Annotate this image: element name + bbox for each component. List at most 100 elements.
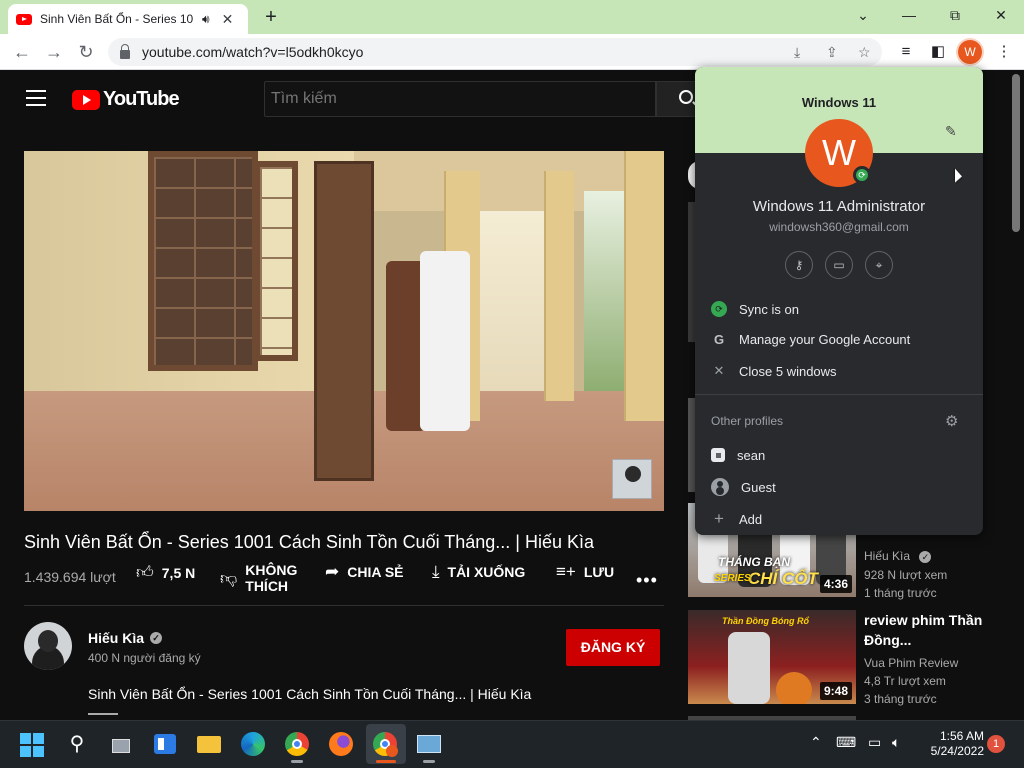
other-profiles-heading: Other profiles: [711, 414, 784, 428]
subscribe-button[interactable]: ĐĂNG KÝ: [566, 629, 660, 666]
youtube-logo[interactable]: YouTube: [72, 88, 180, 111]
profile-item-guest[interactable]: Guest: [695, 473, 983, 501]
install-app-icon[interactable]: ⤓: [794, 44, 800, 61]
channel-watermark[interactable]: [612, 459, 652, 499]
forward-arrow-icon[interactable]: →: [42, 40, 66, 64]
recommendation-age: 1 tháng trước: [864, 586, 937, 600]
restore-button[interactable]: ⧉: [940, 4, 970, 26]
more-actions-button[interactable]: •••: [636, 570, 658, 591]
manage-profiles-gear-icon[interactable]: ⚙: [945, 412, 958, 430]
description-divider: [88, 713, 118, 715]
media-control-icon[interactable]: ≡: [896, 42, 916, 62]
sync-status-item[interactable]: ⟳ Sync is on: [695, 295, 983, 323]
keyboard-icon[interactable]: ⌨: [836, 734, 856, 751]
video-player[interactable]: [24, 151, 664, 511]
sync-icon: ⟳: [711, 301, 727, 317]
recommendation-channel-name[interactable]: Hiếu Kìa: [864, 549, 910, 563]
chrome-menu-icon[interactable]: ⋮: [994, 42, 1014, 62]
thumbnail-caption: CHÍ CỐT: [748, 569, 818, 588]
youtube-play-icon: [72, 89, 100, 110]
profile-menu: Windows 11 ✎ W ⟳ Windows 11 Administrato…: [695, 67, 983, 535]
channel-name-row[interactable]: Hiếu Kìa ✓: [88, 630, 163, 646]
card-icon[interactable]: ▭: [825, 251, 853, 279]
video-description[interactable]: Sinh Viên Bất Ổn - Series 1001 Cách Sinh…: [88, 686, 531, 702]
share-icon[interactable]: ⇪: [826, 44, 838, 61]
running-indicator: [376, 760, 396, 763]
running-indicator: [291, 760, 303, 763]
profile-item-label: sean: [737, 447, 766, 463]
add-profile-item[interactable]: + Add: [695, 505, 983, 533]
video-duration: 9:48: [819, 682, 852, 700]
download-button[interactable]: ⤓ TẢI XUỐNG: [432, 562, 525, 582]
recommendation-thumbnail[interactable]: Thần Đồng Bóng Rổ 9:48: [688, 610, 856, 704]
share-button[interactable]: ➦ CHIA SẺ: [325, 562, 404, 582]
search-input[interactable]: [264, 81, 656, 117]
volume-icon[interactable]: 🔈︎: [892, 734, 900, 751]
minimize-button[interactable]: —: [894, 4, 924, 26]
chrome-profile-icon[interactable]: [372, 731, 398, 757]
firefox-browser-icon[interactable]: [328, 731, 354, 757]
widgets-icon[interactable]: [152, 731, 178, 757]
recommendation-views: 4,8 Tr lượt xem: [864, 674, 946, 688]
task-view-icon[interactable]: [108, 731, 134, 757]
manage-account-item[interactable]: G Manage your Google Account: [695, 325, 983, 353]
profile-item-sean[interactable]: sean: [695, 441, 983, 469]
lock-icon[interactable]: [120, 43, 130, 59]
recommendation-channel[interactable]: Vua Phim Review: [864, 654, 958, 672]
chrome-browser-icon[interactable]: [284, 731, 310, 757]
google-icon: G: [713, 331, 725, 347]
thumbnail-caption: Thần Đồng Bóng Rổ: [722, 616, 809, 626]
location-icon[interactable]: ⌖: [865, 251, 893, 279]
menu-hamburger-icon[interactable]: [26, 90, 46, 106]
new-tab-button[interactable]: +: [260, 6, 282, 29]
close-window-button[interactable]: ✕: [986, 4, 1016, 26]
recommendation-title[interactable]: review phim Thần Đồng...: [864, 610, 1004, 650]
page-scrollbar[interactable]: [1012, 74, 1020, 232]
photos-app-icon[interactable]: [416, 731, 442, 757]
youtube-favicon-icon: [16, 13, 32, 25]
reload-icon[interactable]: ↻: [74, 40, 98, 64]
save-button[interactable]: ≡+ LƯU: [556, 562, 614, 582]
divider: [24, 605, 664, 606]
windows-start-icon[interactable]: [20, 733, 44, 757]
address-bar[interactable]: youtube.com/watch?v=l5odkh0kcyo ⤓ ⇪ ☆: [108, 38, 882, 66]
youtube-logo-text: YouTube: [103, 88, 180, 110]
url-text[interactable]: youtube.com/watch?v=l5odkh0kcyo: [142, 44, 363, 60]
subscriber-count: 400 N người đăng ký: [88, 651, 201, 665]
verified-check-icon: ✓: [919, 551, 932, 563]
system-clock[interactable]: 1:56 AM 5/24/2022: [912, 729, 984, 759]
browser-tab[interactable]: Sinh Viên Bất Ổn - Series 10 🔊︎ ✕: [8, 4, 248, 34]
recommendation-age: 3 tháng trước: [864, 692, 937, 706]
channel-name[interactable]: Hiếu Kìa: [88, 630, 144, 646]
share-label: CHIA SẺ: [347, 564, 404, 580]
video-duration: 4:36: [819, 575, 852, 593]
bookmark-star-icon[interactable]: ☆: [858, 44, 871, 61]
speaker-icon[interactable]: 🔊︎: [202, 12, 210, 27]
dislike-button[interactable]: 👎︎ KHÔNG THÍCH: [220, 562, 305, 594]
clock-time: 1:56 AM: [939, 729, 984, 743]
like-button[interactable]: 👍︎ 7,5 N: [136, 562, 195, 583]
edge-browser-icon[interactable]: [240, 731, 266, 757]
back-arrow-icon[interactable]: ←: [10, 40, 34, 64]
guest-icon: [711, 478, 729, 496]
file-explorer-icon[interactable]: [196, 731, 222, 757]
chevron-up-icon[interactable]: ⌃: [810, 734, 822, 751]
add-profile-label: Add: [739, 511, 763, 527]
side-panel-icon[interactable]: ◧: [928, 42, 948, 62]
title-bar: Sinh Viên Bất Ổn - Series 10 🔊︎ ✕ + ⌄ — …: [0, 0, 1024, 34]
thumbs-down-icon: 👎︎: [220, 568, 238, 588]
search-icon[interactable]: ⚲: [64, 731, 90, 757]
profile-avatar-button[interactable]: W: [958, 40, 982, 64]
close-windows-item[interactable]: ✕ Close 5 windows: [695, 357, 983, 385]
tab-title: Sinh Viên Bất Ổn - Series 10: [40, 12, 194, 26]
clock-date: 5/24/2022: [930, 744, 984, 758]
recommendation-channel[interactable]: Hiếu Kìa ✓: [864, 547, 932, 565]
tab-search-button[interactable]: ⌄: [848, 4, 878, 26]
edit-pencil-icon[interactable]: ✎: [945, 123, 957, 140]
thumbnail-caption: SERIES: [714, 573, 751, 584]
channel-avatar[interactable]: [24, 622, 72, 670]
network-icon[interactable]: ▭: [868, 734, 881, 751]
notification-badge[interactable]: 1: [987, 735, 1005, 753]
key-icon[interactable]: ⚷: [785, 251, 813, 279]
tab-close-icon[interactable]: ✕: [222, 11, 234, 28]
